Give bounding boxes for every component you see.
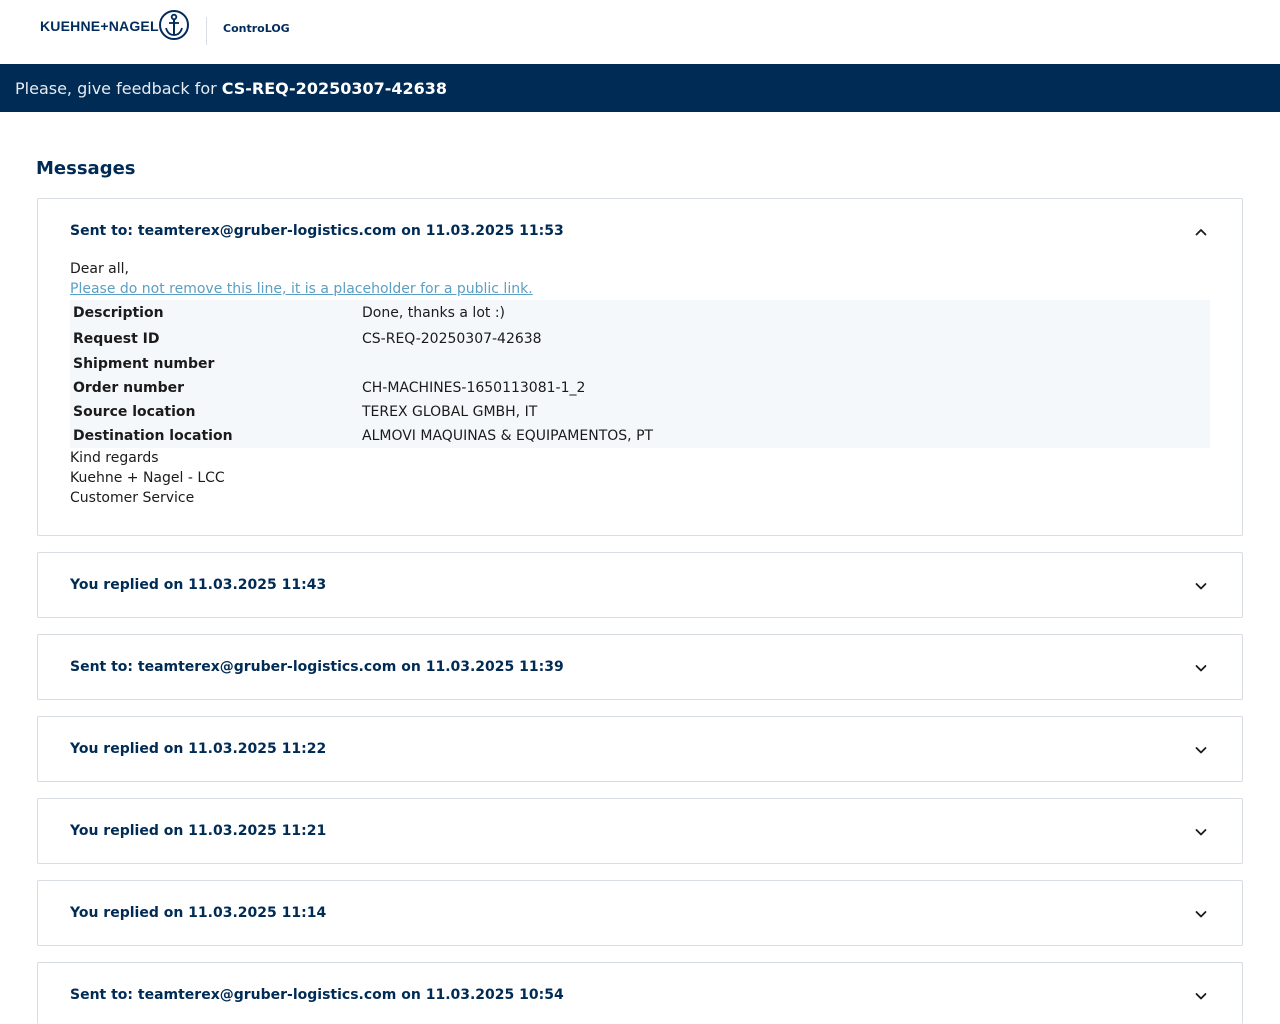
table-value: Done, thanks a lot :): [362, 305, 506, 321]
brand-wordmark: KUEHNE+NAGEL: [40, 18, 159, 34]
table-row: Destination location ALMOVI MAQUINAS & E…: [70, 424, 1210, 448]
table-key: Request ID: [73, 331, 160, 347]
table-value: ALMOVI MAQUINAS & EQUIPAMENTOS, PT: [362, 428, 654, 444]
message-panel-collapsed[interactable]: You replied on 11.03.2025 11:43: [37, 552, 1243, 618]
table-key: Shipment number: [73, 356, 215, 372]
table-row: Description Done, thanks a lot :): [70, 300, 1210, 326]
chevron-down-icon[interactable]: [1194, 743, 1208, 757]
message-header-text: Sent to: teamterex@gruber-logistics.com …: [70, 659, 564, 675]
message-header-text: You replied on 11.03.2025 11:22: [70, 741, 327, 757]
table-key: Source location: [73, 404, 196, 420]
message-header-text: Sent to: teamterex@gruber-logistics.com …: [70, 223, 564, 239]
message-panel-collapsed[interactable]: You replied on 11.03.2025 11:22: [37, 716, 1243, 782]
chevron-up-icon[interactable]: [1194, 225, 1208, 239]
chevron-down-icon[interactable]: [1194, 907, 1208, 921]
chevron-down-icon[interactable]: [1194, 989, 1208, 1003]
message-panel-open: Sent to: teamterex@gruber-logistics.com …: [37, 198, 1243, 536]
public-link[interactable]: Please do not remove this line, it is a …: [70, 281, 533, 297]
banner-request-id: CS-REQ-20250307-42638: [221, 78, 448, 98]
message-header-text: You replied on 11.03.2025 11:14: [70, 905, 327, 921]
table-value: [359, 352, 1210, 376]
table-value: CS-REQ-20250307-42638: [362, 331, 542, 347]
feedback-banner: Please, give feedback for CS-REQ-2025030…: [0, 64, 1280, 112]
anchor-icon: [159, 10, 189, 40]
message-body: Dear all, Please do not remove this line…: [38, 259, 1242, 532]
message-signature: Kind regards Kuehne + Nagel - LCC Custom…: [70, 448, 1210, 508]
table-row: Order number CH-MACHINES-1650113081-1_2: [70, 376, 1210, 400]
chevron-down-icon[interactable]: [1194, 661, 1208, 675]
message-header-text: Sent to: teamterex@gruber-logistics.com …: [70, 987, 564, 1003]
signature-line: Kind regards: [70, 450, 159, 466]
message-panel-collapsed[interactable]: Sent to: teamterex@gruber-logistics.com …: [37, 962, 1243, 1024]
message-header[interactable]: Sent to: teamterex@gruber-logistics.com …: [38, 635, 1242, 699]
chevron-down-icon[interactable]: [1194, 825, 1208, 839]
table-value: TEREX GLOBAL GMBH, IT: [362, 404, 538, 420]
message-panel-collapsed[interactable]: You replied on 11.03.2025 11:14: [37, 880, 1243, 946]
messages-title: Messages: [36, 158, 136, 179]
table-row: Source location TEREX GLOBAL GMBH, IT: [70, 400, 1210, 424]
banner-prefix: Please, give feedback for: [15, 78, 217, 98]
message-header-text: You replied on 11.03.2025 11:21: [70, 823, 327, 839]
table-row: Shipment number: [70, 352, 1210, 376]
message-header[interactable]: You replied on 11.03.2025 11:21: [38, 799, 1242, 863]
table-key: Description: [73, 305, 164, 321]
message-header[interactable]: Sent to: teamterex@gruber-logistics.com …: [38, 963, 1242, 1024]
message-panel-collapsed[interactable]: Sent to: teamterex@gruber-logistics.com …: [37, 634, 1243, 700]
message-header[interactable]: You replied on 11.03.2025 11:14: [38, 881, 1242, 945]
signature-line: Customer Service: [70, 490, 195, 506]
table-value: CH-MACHINES-1650113081-1_2: [362, 380, 586, 396]
chevron-down-icon[interactable]: [1194, 579, 1208, 593]
top-bar: KUEHNE+NAGEL ControLOG: [0, 0, 1280, 64]
request-details-table: Description Done, thanks a lot :) Reques…: [70, 300, 1210, 448]
message-header[interactable]: You replied on 11.03.2025 11:43: [38, 553, 1242, 617]
message-header[interactable]: You replied on 11.03.2025 11:22: [38, 717, 1242, 781]
message-panel-collapsed[interactable]: You replied on 11.03.2025 11:21: [37, 798, 1243, 864]
table-key: Order number: [73, 380, 185, 396]
message-header[interactable]: Sent to: teamterex@gruber-logistics.com …: [38, 199, 1242, 263]
app-name: ControLOG: [223, 22, 290, 35]
brand-logo[interactable]: KUEHNE+NAGEL: [40, 10, 189, 42]
table-key: Destination location: [73, 428, 233, 444]
header-divider: [206, 17, 207, 45]
table-row: Request ID CS-REQ-20250307-42638: [70, 326, 1210, 352]
signature-line: Kuehne + Nagel - LCC: [70, 470, 225, 486]
message-header-text: You replied on 11.03.2025 11:43: [70, 577, 327, 593]
